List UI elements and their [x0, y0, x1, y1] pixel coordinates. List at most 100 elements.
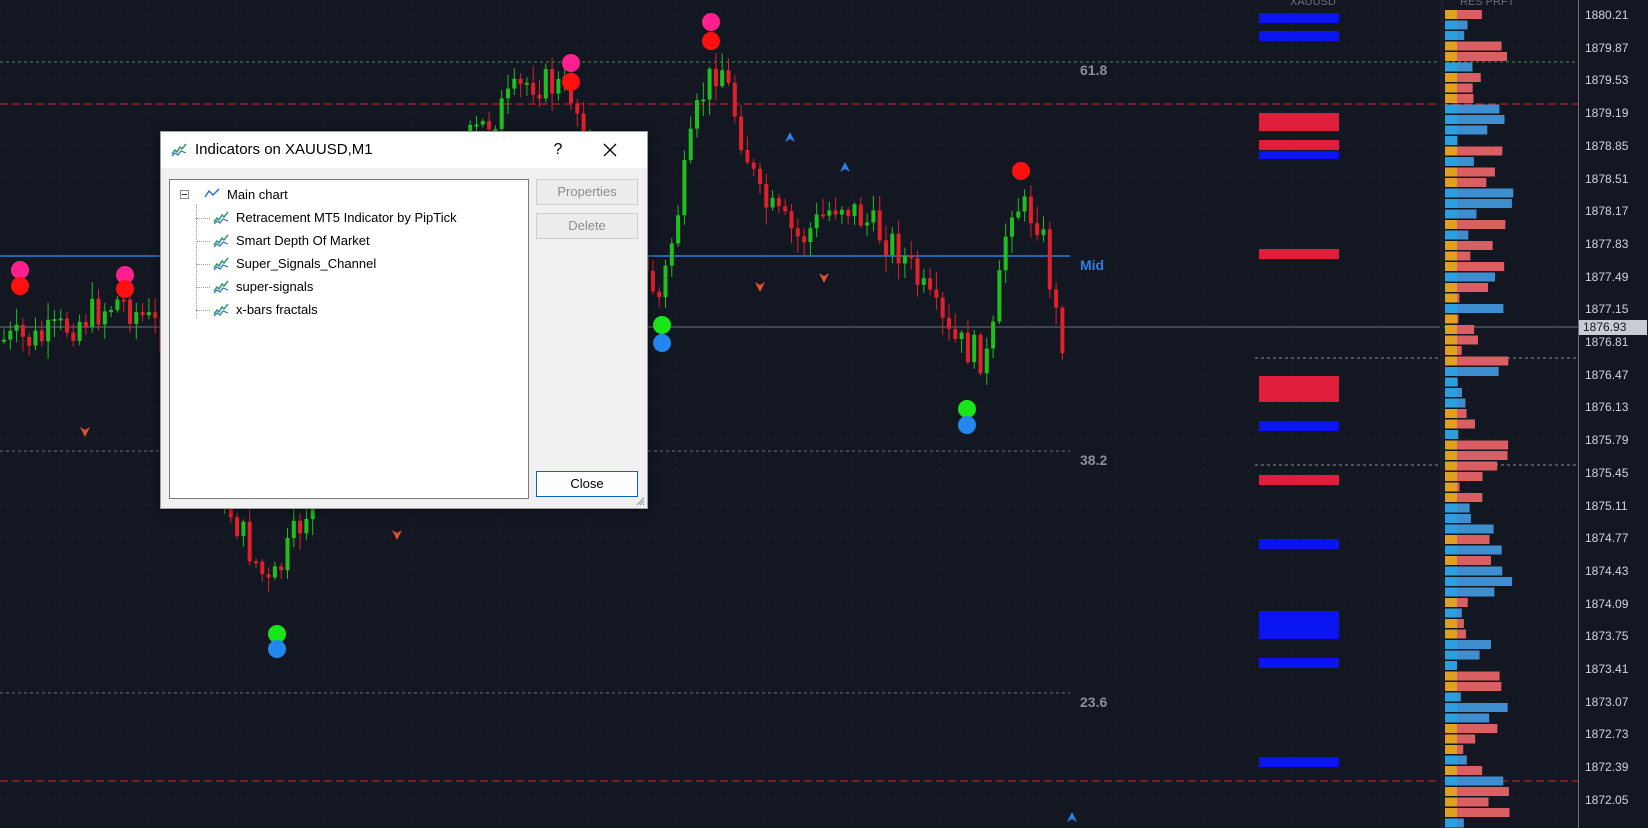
- signal-dot: [562, 73, 580, 91]
- tree-item-label: Smart Depth Of Market: [236, 233, 370, 248]
- tree-item-label: x-bars fractals: [236, 302, 318, 317]
- dom-histogram-cell: [1445, 661, 1457, 670]
- signal-arrow-down: [819, 273, 829, 283]
- signal-arrow-down: [392, 530, 402, 540]
- dom-bar: [1259, 31, 1339, 41]
- candle-body: [978, 334, 983, 374]
- dom-histogram-cell: [1445, 73, 1457, 82]
- properties-button[interactable]: Properties: [536, 179, 638, 205]
- signal-dot: [702, 13, 720, 31]
- candle-body: [121, 299, 126, 302]
- candle-body: [1060, 307, 1065, 354]
- candle-body: [965, 332, 970, 363]
- close-icon[interactable]: [595, 136, 625, 164]
- tree-connector: [196, 204, 197, 318]
- candle-body: [52, 319, 57, 322]
- price-axis-label: 1874.09: [1585, 596, 1629, 611]
- dom-histogram-cell: [1445, 640, 1457, 649]
- signal-dot: [653, 316, 671, 334]
- tree-item-label: Super_Signals_Channel: [236, 256, 377, 271]
- candle-body: [128, 299, 132, 324]
- price-axis-label: 1878.51: [1585, 171, 1629, 186]
- candle-body: [487, 121, 492, 130]
- candle-body: [304, 518, 309, 534]
- candle-body: [550, 69, 555, 94]
- indicators-tree[interactable]: Main chart Retracement MT5 Indicator by …: [169, 179, 529, 499]
- dom-histogram-cell: [1445, 146, 1457, 156]
- dom-histogram-cell: [1445, 577, 1457, 586]
- candle-body: [153, 312, 158, 319]
- dom-histogram-cell: [1445, 230, 1457, 240]
- price-axis-label: 1879.87: [1585, 40, 1629, 55]
- candle-body: [254, 561, 258, 564]
- collapse-icon[interactable]: [180, 190, 189, 199]
- dom-histogram-cell: [1445, 62, 1457, 72]
- help-button[interactable]: ?: [543, 136, 573, 164]
- indicator-icon: [213, 303, 229, 317]
- dom-bar: [1259, 13, 1339, 23]
- price-axis-label: 1879.53: [1585, 73, 1629, 88]
- candle-body: [96, 298, 101, 325]
- dom-histogram-cell: [1445, 377, 1457, 387]
- price-axis-label: 1874.77: [1585, 531, 1629, 546]
- signal-arrow-down: [755, 282, 765, 292]
- price-axis-label: 1878.85: [1585, 138, 1629, 153]
- candle-body: [102, 311, 107, 325]
- candle-body: [1035, 223, 1040, 235]
- close-button[interactable]: Close: [536, 471, 638, 497]
- dom-histogram-cell: [1445, 388, 1457, 397]
- dom-histogram-cell: [1445, 251, 1457, 261]
- candle-body: [802, 236, 807, 243]
- candle-body: [720, 70, 725, 87]
- tree-connector: [196, 310, 210, 311]
- price-axis-label: 1875.11: [1585, 498, 1628, 513]
- dom-histogram-cell: [1445, 797, 1457, 807]
- dialog-title: Indicators on XAUUSD,M1: [195, 141, 373, 158]
- candle-body: [783, 206, 788, 212]
- signal-dot: [702, 32, 720, 50]
- delete-button[interactable]: Delete: [536, 213, 638, 239]
- candle-body: [701, 99, 706, 102]
- fib-level-61-8-label: 61.8: [1080, 62, 1108, 78]
- candle-body: [1028, 196, 1033, 224]
- dom-histogram-cell: [1445, 493, 1457, 502]
- candle-body: [14, 324, 19, 331]
- resize-grip-icon[interactable]: [635, 496, 645, 506]
- candle-body: [770, 197, 775, 208]
- dom-histogram-cell: [1445, 398, 1457, 408]
- candle-body: [543, 69, 548, 99]
- dom-histogram-cell: [1445, 20, 1457, 30]
- candle-body: [858, 204, 863, 226]
- candle-body: [695, 100, 699, 129]
- candle-body: [959, 332, 964, 339]
- dom-symbol-header: XAUUSD: [1290, 0, 1336, 8]
- dom-histogram-cell: [1445, 472, 1457, 481]
- dom-histogram-cell: [1445, 808, 1457, 817]
- dom-histogram-cell: [1445, 514, 1457, 523]
- candle-body: [39, 330, 44, 342]
- candle-body: [115, 299, 120, 310]
- candle-body: [827, 210, 832, 216]
- candle-body: [839, 209, 844, 215]
- signal-arrow-up: [1067, 812, 1077, 822]
- candle-body: [480, 121, 485, 125]
- candle-body: [953, 328, 958, 339]
- tree-item-label: Retracement MT5 Indicator by PipTick: [236, 210, 457, 225]
- dom-bar: [1259, 658, 1339, 668]
- dom-bar: [1259, 140, 1339, 150]
- dom-histogram-cell: [1445, 104, 1457, 114]
- price-axis-label: 1873.41: [1585, 662, 1629, 676]
- price-axis[interactable]: 1880.21 1879.87 1879.53 1879.19 1878.85 1878.…: [1578, 0, 1648, 828]
- candle-body: [524, 82, 529, 85]
- dom-histogram-cell: [1445, 671, 1457, 681]
- chart-line-icon: [204, 188, 220, 198]
- dom-histogram-cell: [1445, 692, 1457, 702]
- dialog-titlebar[interactable]: Indicators on XAUUSD,M1 ?: [161, 132, 647, 168]
- dom-histogram-cell: [1445, 188, 1457, 198]
- dom-bar: [1259, 249, 1339, 259]
- dom-histogram-cell: [1445, 94, 1457, 103]
- candle-body: [1016, 211, 1021, 218]
- candle-body: [140, 312, 145, 316]
- dom-histogram-cell: [1445, 482, 1457, 492]
- dom-histogram-cell: [1445, 10, 1457, 19]
